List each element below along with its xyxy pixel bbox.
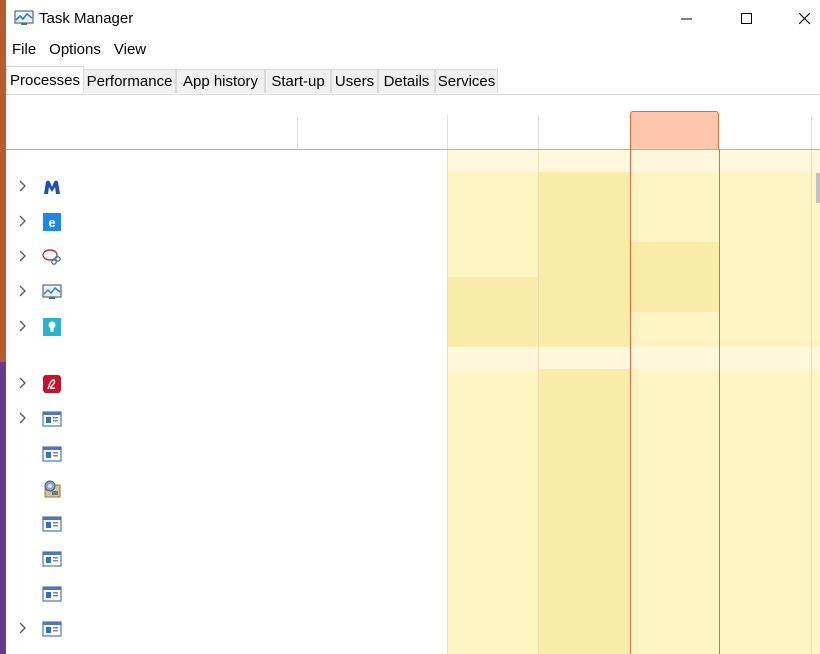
window-app-icon <box>42 411 62 427</box>
chevron-right-icon[interactable] <box>17 319 29 333</box>
heat-cell <box>447 277 538 347</box>
tab-processes[interactable]: Processes <box>6 66 84 92</box>
heat-cell <box>447 369 538 654</box>
column-divider[interactable] <box>811 115 812 149</box>
close-button[interactable] <box>782 0 820 38</box>
acrobat-icon <box>43 375 61 393</box>
process-row[interactable] <box>6 577 446 612</box>
window-title: Task Manager <box>39 10 134 27</box>
task-manager-icon <box>14 10 34 26</box>
minimize-button[interactable] <box>664 0 710 38</box>
tab-users[interactable]: Users <box>331 69 378 93</box>
process-row[interactable] <box>6 507 446 542</box>
chevron-right-icon[interactable] <box>17 621 29 635</box>
process-row[interactable] <box>6 612 446 647</box>
grid-line <box>447 150 448 654</box>
process-row[interactable] <box>6 240 446 275</box>
process-row[interactable] <box>6 310 446 345</box>
task-manager-icon <box>42 284 62 299</box>
scrollbar-thumb[interactable] <box>816 173 820 203</box>
svg-text:e: e <box>48 215 55 230</box>
title-bar[interactable]: Task Manager <box>6 0 820 38</box>
window-app-icon <box>42 446 62 462</box>
chevron-right-icon[interactable] <box>17 214 29 228</box>
edge-icon: e <box>43 213 61 231</box>
process-row[interactable]: e <box>6 205 446 240</box>
task-manager-window: Task Manager File Options View Processes… <box>6 0 820 654</box>
chevron-right-icon[interactable] <box>17 376 29 390</box>
system-settings-icon <box>44 480 61 498</box>
tab-strip: Processes Performance App history Start-… <box>6 66 820 95</box>
process-row[interactable] <box>6 402 446 437</box>
minimize-icon <box>681 18 692 20</box>
menu-view[interactable]: View <box>108 38 153 62</box>
column-divider[interactable] <box>538 115 539 149</box>
heat-cell <box>447 172 538 277</box>
process-row[interactable] <box>6 367 446 402</box>
snipping-tool-icon <box>42 249 61 265</box>
process-row[interactable] <box>6 542 446 577</box>
heat-cell <box>720 172 820 347</box>
process-row[interactable] <box>6 437 446 472</box>
malwarebytes-icon <box>44 180 60 194</box>
heat-cell <box>538 172 630 347</box>
window-app-icon <box>42 551 62 567</box>
column-divider[interactable] <box>447 115 448 149</box>
window-app-icon <box>42 621 62 637</box>
tab-start-up[interactable]: Start-up <box>265 69 331 93</box>
window-app-icon <box>42 586 62 602</box>
chevron-right-icon[interactable] <box>17 411 29 425</box>
chevron-right-icon[interactable] <box>17 179 29 193</box>
close-icon <box>799 13 811 25</box>
chevron-right-icon[interactable] <box>17 284 29 298</box>
tab-details[interactable]: Details <box>378 69 435 93</box>
process-row[interactable] <box>6 275 446 310</box>
menu-bar: File Options View <box>6 38 153 62</box>
tab-performance[interactable]: Performance <box>83 69 176 93</box>
maximize-icon <box>741 13 752 24</box>
menu-file[interactable]: File <box>6 38 43 62</box>
maximize-button[interactable] <box>724 0 770 38</box>
chevron-right-icon[interactable] <box>17 249 29 263</box>
tab-services[interactable]: Services <box>435 69 498 93</box>
column-divider[interactable] <box>297 115 298 149</box>
column-header-row <box>6 95 820 150</box>
heat-cell <box>720 369 820 654</box>
tab-app-history[interactable]: App history <box>176 69 265 93</box>
process-row[interactable] <box>6 472 446 507</box>
grid-line <box>538 150 539 654</box>
column-header-selected[interactable] <box>630 111 719 149</box>
process-grid: e <box>6 149 820 654</box>
grid-line <box>811 150 812 654</box>
tips-icon <box>43 318 61 336</box>
menu-options[interactable]: Options <box>43 38 108 62</box>
selected-column-outline <box>630 149 720 654</box>
window-app-icon <box>42 516 62 532</box>
heat-cell <box>538 369 630 654</box>
process-row[interactable] <box>6 170 446 205</box>
